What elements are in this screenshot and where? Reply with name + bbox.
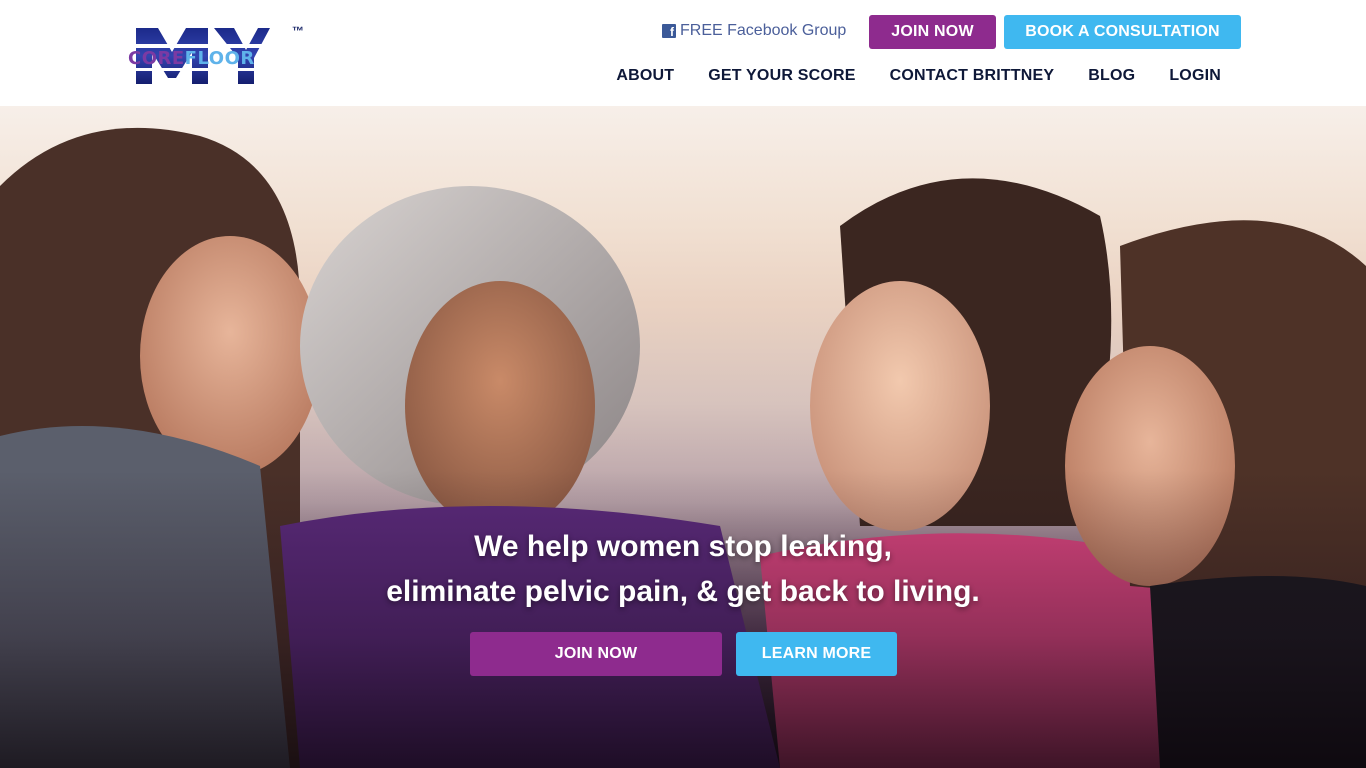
hero-learn-more-button[interactable]: LEARN MORE — [736, 632, 897, 676]
trademark-symbol: ™ — [292, 24, 304, 38]
hero-section: We help women stop leaking, eliminate pe… — [0, 106, 1366, 768]
nav-get-your-score[interactable]: GET YOUR SCORE — [708, 67, 855, 85]
facebook-icon: f — [662, 24, 676, 38]
book-consultation-button[interactable]: BOOK A CONSULTATION — [1004, 15, 1241, 49]
nav-about[interactable]: ABOUT — [616, 67, 674, 85]
logo-wordmark: COREFLOOR — [128, 48, 255, 69]
hero-join-now-button[interactable]: JOIN NOW — [470, 632, 722, 676]
hero-headline-line1: We help women stop leaking, — [474, 530, 892, 563]
nav-blog[interactable]: BLOG — [1088, 67, 1135, 85]
nav-contact-brittney[interactable]: CONTACT BRITTNEY — [890, 67, 1055, 85]
logo-core-text: CORE — [128, 48, 185, 69]
site-header: MY COREFLOOR ™ f FREE Facebook Group JOI… — [0, 0, 1366, 106]
logo[interactable]: MY COREFLOOR ™ — [128, 22, 318, 88]
hero-headline-line2: eliminate pelvic pain, & get back to liv… — [386, 575, 980, 608]
hero-headline: We help women stop leaking, eliminate pe… — [0, 524, 1366, 614]
logo-floor-text: FLOOR — [184, 48, 255, 69]
header-join-now-button[interactable]: JOIN NOW — [869, 15, 996, 49]
facebook-group-label: FREE Facebook Group — [680, 22, 847, 39]
main-nav: ABOUT GET YOUR SCORE CONTACT BRITTNEY BL… — [616, 67, 1221, 85]
nav-login[interactable]: LOGIN — [1169, 67, 1221, 85]
facebook-group-link[interactable]: f FREE Facebook Group — [662, 22, 846, 40]
